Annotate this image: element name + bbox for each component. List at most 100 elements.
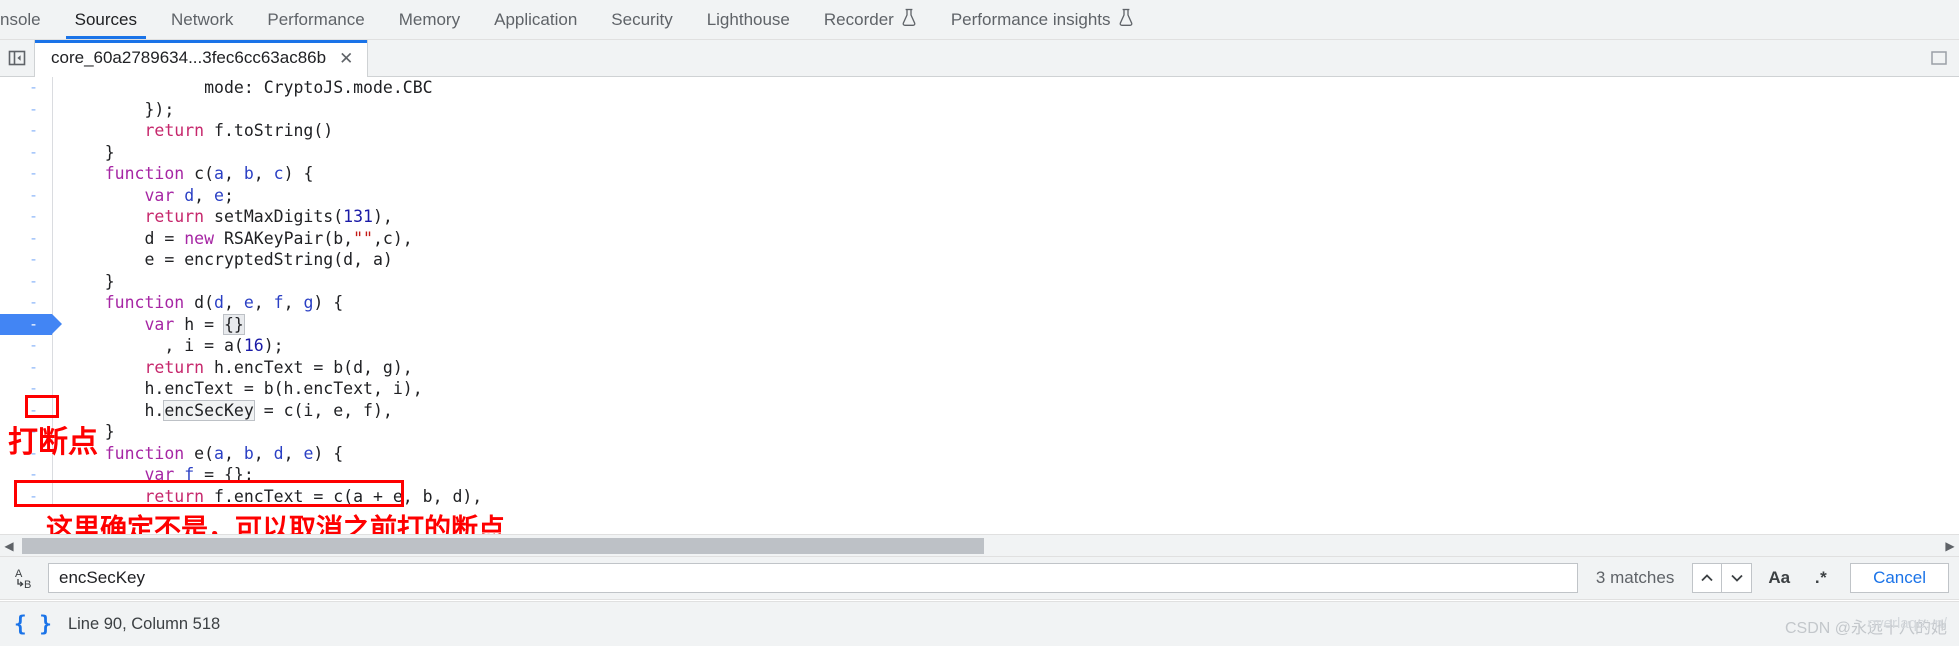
search-prev-button[interactable] [1692, 563, 1723, 593]
code-token: a [214, 164, 224, 183]
line-gutter[interactable]: - [0, 400, 52, 422]
selected-token: {} [222, 313, 245, 335]
search-input[interactable] [48, 563, 1578, 593]
code-token: c [273, 164, 284, 183]
code-token: g [303, 293, 314, 312]
code-line-text[interactable]: return f.encText = c(a + e, b, d), [53, 486, 482, 508]
code-line: - return setMaxDigits(131), [0, 206, 1959, 228]
line-gutter[interactable]: - [0, 249, 52, 271]
line-gutter[interactable]: - [0, 357, 52, 379]
panel-tab-network[interactable]: Network [154, 0, 250, 39]
line-gutter[interactable]: - [0, 185, 52, 207]
code-line: - , i = a(16); [0, 335, 1959, 357]
code-line: - function c(a, b, c) { [0, 163, 1959, 185]
code-token: } [104, 271, 115, 291]
file-tabstrip: core_60a2789634...3fec6cc63ac86b ✕ [0, 39, 1959, 77]
code-line-text[interactable]: function e(a, b, d, e) { [53, 443, 343, 465]
code-line-text[interactable]: , i = a(16); [53, 335, 283, 357]
code-token: e [214, 185, 224, 205]
code-token: return [144, 486, 205, 506]
line-gutter[interactable]: - [0, 142, 52, 164]
scroll-right-icon[interactable]: ▶ [1941, 539, 1959, 553]
line-gutter[interactable]: - [0, 421, 52, 443]
panel-tab-performance-insights[interactable]: Performance insights [934, 0, 1151, 39]
line-gutter[interactable]: - [0, 120, 52, 142]
line-gutter[interactable]: - [0, 313, 62, 335]
code-token: b [243, 443, 254, 463]
panel-tab-label: Recorder [823, 9, 894, 29]
panel-tab-nsole[interactable]: nsole [0, 0, 58, 39]
line-gutter[interactable]: - [0, 163, 52, 185]
line-gutter[interactable]: - [0, 486, 52, 508]
code-token: e [243, 293, 254, 312]
code-line-text[interactable]: return h.encText = b(d, g), [53, 357, 412, 379]
cancel-button[interactable]: Cancel [1850, 563, 1949, 593]
line-gutter[interactable]: - [0, 443, 52, 465]
cursor-position-label: Line 90, Column 518 [67, 614, 221, 633]
pretty-print-icon[interactable]: { } [14, 612, 52, 636]
scrollbar-track[interactable] [18, 535, 1941, 557]
code-token: , [283, 443, 304, 463]
code-token: f.encText = c(a + e, b, d), [204, 486, 483, 506]
panel-tab-performance[interactable]: Performance [250, 0, 381, 39]
show-navigator-icon[interactable] [0, 40, 34, 77]
panel-tab-label: Memory [398, 9, 461, 29]
code-line-text[interactable]: } [53, 271, 115, 293]
line-gutter[interactable]: - [0, 335, 52, 357]
code-line-text[interactable]: return f.toString() [53, 120, 333, 142]
panel-tab-security[interactable]: Security [594, 0, 689, 39]
code-token: function [104, 293, 185, 312]
code-token: function [104, 443, 185, 463]
line-gutter[interactable]: - [0, 99, 52, 121]
scroll-left-icon[interactable]: ◀ [0, 539, 18, 553]
search-next-button[interactable] [1722, 563, 1753, 593]
code-line-text[interactable]: function d(d, e, f, g) { [53, 292, 343, 314]
code-line-text[interactable]: function c(a, b, c) { [53, 163, 314, 185]
code-editor[interactable]: - mode: CryptoJS.mode.CBC - }); - return f… [0, 77, 1959, 534]
code-token: , [253, 293, 274, 312]
file-tab[interactable]: core_60a2789634...3fec6cc63ac86b ✕ [34, 39, 369, 77]
tabstrip-more-icon[interactable] [1919, 40, 1959, 77]
watermark-text: CSDN @永远十八的她 [1784, 620, 1947, 637]
code-token: f [184, 465, 195, 484]
code-token: , [223, 443, 244, 463]
panel-tab-lighthouse[interactable]: Lighthouse [690, 0, 807, 39]
panel-tab-memory[interactable]: Memory [382, 0, 477, 39]
panel-tab-sources[interactable]: Sources [58, 0, 154, 39]
watermark-overlay-text: overlaqe:-n/ [1867, 615, 1947, 632]
panel-tab-application[interactable]: Application [477, 0, 594, 39]
code-line-text[interactable]: h.encText = b(h.encText, i), [53, 378, 422, 400]
code-token: c( [184, 164, 215, 183]
code-line-text[interactable]: var f = {}; [53, 464, 253, 486]
code-line-text[interactable]: h.encSecKey = c(i, e, f), [53, 399, 393, 422]
code-line-text[interactable]: } [53, 142, 115, 164]
line-gutter[interactable]: - [0, 464, 52, 486]
code-line-text[interactable]: return setMaxDigits(131), [53, 206, 392, 228]
code-line-text[interactable]: d = new RSAKeyPair(b,"",c), [53, 228, 412, 250]
code-line-text[interactable]: e = encryptedString(d, a) [53, 249, 392, 271]
code-token: d [273, 443, 284, 463]
code-line-text[interactable]: }); [53, 99, 174, 121]
code-line-text[interactable]: var d, e; [53, 185, 233, 207]
close-icon[interactable]: ✕ [337, 48, 355, 69]
watermark: CSDN @永远十八的她 overlaqe:-n/ [1785, 614, 1947, 638]
panel-tab-label: Sources [74, 9, 138, 29]
replace-icon[interactable]: A B [10, 565, 40, 591]
line-gutter[interactable]: - [0, 271, 52, 293]
code-token: 16 [243, 336, 264, 355]
code-line-text[interactable]: var h = {} [53, 313, 245, 336]
scrollbar-thumb[interactable] [22, 537, 984, 554]
line-gutter[interactable]: - [0, 228, 52, 250]
match-case-button[interactable]: Aa [1760, 563, 1798, 593]
regex-button[interactable]: .* [1806, 563, 1836, 593]
code-token: "" [353, 228, 373, 248]
code-line-text[interactable]: } [53, 421, 115, 443]
editor-horizontal-scrollbar[interactable]: ◀ ▶ [0, 534, 1959, 556]
code-token: = c(i, e, f), [253, 400, 393, 420]
line-gutter[interactable]: - [0, 206, 52, 228]
line-gutter[interactable]: - [0, 77, 52, 99]
panel-tab-recorder[interactable]: Recorder [807, 0, 934, 39]
code-line-text[interactable]: mode: CryptoJS.mode.CBC [53, 77, 433, 99]
line-gutter[interactable]: - [0, 292, 52, 314]
line-gutter[interactable]: - [0, 378, 52, 400]
